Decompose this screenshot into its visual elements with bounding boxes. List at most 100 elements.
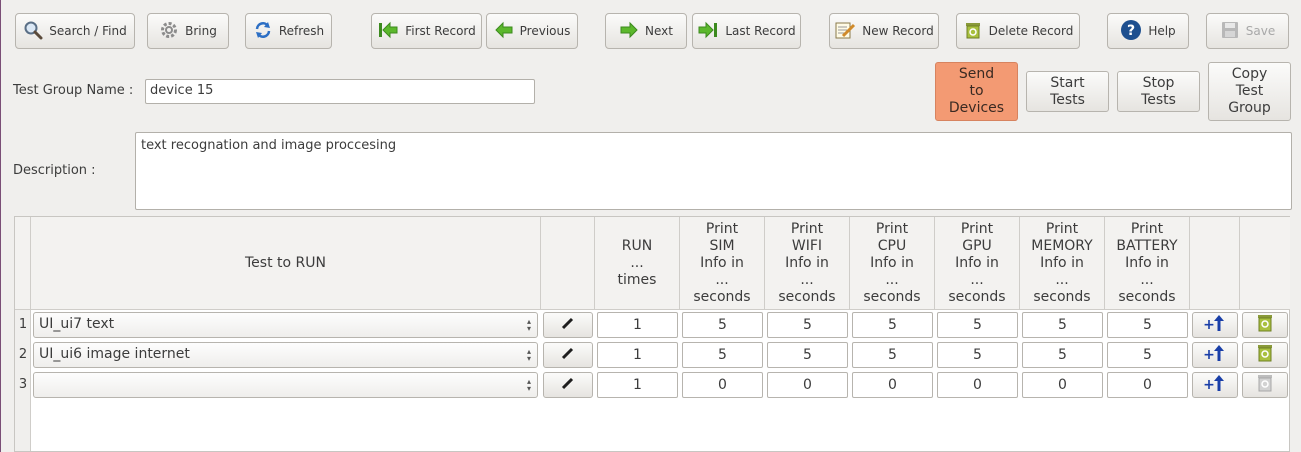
test-to-run-header: Test to RUN (31, 217, 541, 310)
sim-field[interactable]: 0 (682, 372, 763, 398)
magnifier-icon (23, 20, 43, 43)
run-times-field[interactable]: 1 (597, 342, 678, 368)
svg-text:?: ? (1127, 23, 1135, 39)
delete-row-button-disabled[interactable] (1242, 372, 1288, 398)
plus-up-arrow-icon: + (1203, 374, 1226, 396)
next-label: Next (645, 24, 673, 38)
delete-column-header (1240, 217, 1290, 310)
run-times-field[interactable]: 1 (597, 312, 678, 338)
right-arrow-icon (619, 20, 639, 43)
first-record-button[interactable]: First Record (371, 13, 482, 49)
plus-up-arrow-icon: + (1203, 344, 1226, 366)
memory-field[interactable]: 0 (1022, 372, 1103, 398)
refresh-button[interactable]: Refresh (245, 13, 332, 49)
svg-text:+: + (1204, 347, 1215, 362)
svg-text:+: + (1204, 317, 1215, 332)
cpu-field[interactable]: 5 (852, 312, 933, 338)
send-to-devices-button[interactable]: Send to Devices (935, 62, 1018, 121)
first-arrow-icon (377, 20, 399, 43)
search-find-button[interactable]: Search / Find (15, 13, 135, 49)
previous-button[interactable]: Previous (486, 13, 578, 49)
row-number: 3 (18, 377, 28, 392)
last-record-button[interactable]: Last Record (692, 13, 801, 49)
move-up-button[interactable]: + (1192, 342, 1238, 368)
tests-table: Test to RUN RUN ... times Print SIM Info… (14, 216, 1290, 452)
move-up-button[interactable]: + (1192, 372, 1238, 398)
last-arrow-icon (697, 20, 719, 43)
delete-record-label: Delete Record (988, 24, 1074, 38)
pencil-icon (560, 315, 576, 335)
first-record-label: First Record (405, 24, 476, 38)
next-button[interactable]: Next (605, 13, 687, 49)
memory-field[interactable]: 5 (1022, 342, 1103, 368)
description-label: Description : (13, 163, 96, 178)
battery-field[interactable]: 5 (1107, 312, 1188, 338)
delete-row-button[interactable] (1242, 342, 1288, 368)
edit-button[interactable] (543, 342, 593, 368)
battery-header: Print BATTERY Info in ... seconds (1105, 217, 1190, 310)
search-find-label: Search / Find (49, 24, 127, 38)
gpu-field[interactable]: 5 (937, 312, 1018, 338)
move-up-button[interactable]: + (1192, 312, 1238, 338)
run-times-header: RUN ... times (595, 217, 680, 310)
sim-header: Print SIM Info in ... seconds (680, 217, 765, 310)
delete-row-button[interactable] (1242, 312, 1288, 338)
refresh-icon (253, 20, 273, 43)
test-select[interactable]: UI_ui7 text ▴ ▾ (33, 312, 538, 338)
gear-icon (159, 20, 179, 43)
start-tests-button[interactable]: Start Tests (1026, 71, 1109, 112)
copy-test-group-button[interactable]: Copy Test Group (1208, 62, 1291, 121)
test-select-value: UI_ui6 image internet (39, 346, 190, 362)
test-select-value: UI_ui7 text (39, 316, 115, 332)
trash-icon (963, 20, 983, 43)
battery-field[interactable]: 0 (1107, 372, 1188, 398)
pencil-icon (560, 345, 576, 365)
sim-field[interactable]: 5 (682, 312, 763, 338)
spinner-arrows-icon: ▴ ▾ (526, 347, 531, 363)
row-number-header (15, 217, 31, 310)
description-textarea[interactable]: text recognation and image proccesing (135, 132, 1292, 210)
pencil-icon (560, 375, 576, 395)
sim-field[interactable]: 5 (682, 342, 763, 368)
stop-tests-button[interactable]: Stop Tests (1117, 71, 1200, 112)
trash-icon (1255, 343, 1275, 367)
new-record-button[interactable]: New Record (829, 13, 939, 49)
help-icon: ? (1120, 19, 1142, 44)
battery-field[interactable]: 5 (1107, 342, 1188, 368)
edit-column-header (541, 217, 595, 310)
save-label: Save (1245, 24, 1276, 38)
cpu-field[interactable]: 5 (852, 342, 933, 368)
edit-button[interactable] (543, 372, 593, 398)
memory-header: Print MEMORY Info in ... seconds (1020, 217, 1105, 310)
previous-label: Previous (519, 24, 571, 38)
notepad-pencil-icon (834, 20, 856, 43)
test-select[interactable]: UI_ui6 image internet ▴ ▾ (33, 342, 538, 368)
test-select[interactable]: ▴ ▾ (33, 372, 538, 398)
gpu-header: Print GPU Info in ... seconds (935, 217, 1020, 310)
move-column-header (1190, 217, 1240, 310)
edit-button[interactable] (543, 312, 593, 338)
help-button[interactable]: ? Help (1107, 13, 1189, 49)
gpu-field[interactable]: 0 (937, 372, 1018, 398)
bring-label: Bring (185, 24, 217, 38)
wifi-field[interactable]: 0 (767, 372, 848, 398)
bring-button[interactable]: Bring (147, 13, 229, 49)
cpu-field[interactable]: 0 (852, 372, 933, 398)
svg-text:+: + (1204, 377, 1215, 392)
trash-icon (1255, 313, 1275, 337)
memory-field[interactable]: 5 (1022, 312, 1103, 338)
new-record-label: New Record (862, 24, 934, 38)
floppy-disk-icon (1220, 20, 1240, 43)
wifi-field[interactable]: 5 (767, 312, 848, 338)
test-group-name-label: Test Group Name : (13, 83, 134, 98)
run-times-field[interactable]: 1 (597, 372, 678, 398)
left-arrow-icon (494, 20, 514, 43)
save-button[interactable]: Save (1206, 13, 1289, 49)
row-number: 1 (18, 317, 28, 332)
test-group-name-input[interactable]: device 15 (145, 79, 535, 104)
gpu-field[interactable]: 5 (937, 342, 1018, 368)
wifi-header: Print WIFI Info in ... seconds (765, 217, 850, 310)
delete-record-button[interactable]: Delete Record (956, 13, 1080, 49)
cpu-header: Print CPU Info in ... seconds (850, 217, 935, 310)
wifi-field[interactable]: 5 (767, 342, 848, 368)
